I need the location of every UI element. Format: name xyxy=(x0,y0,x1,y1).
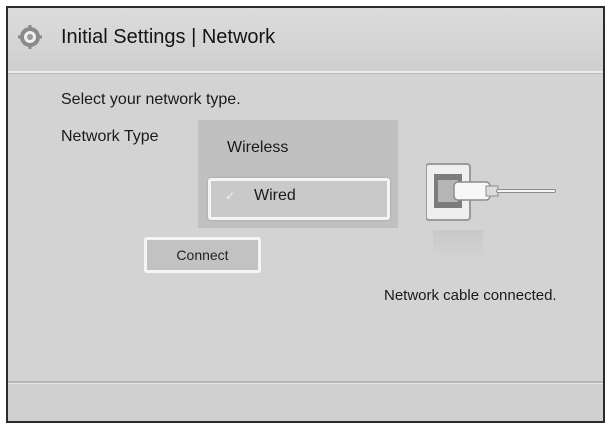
network-type-label: Network Type xyxy=(61,128,159,145)
header-bar: Initial Settings | Network xyxy=(8,8,603,73)
option-wired[interactable]: ✓ Wired xyxy=(208,178,390,220)
option-wireless-label: Wireless xyxy=(227,139,289,156)
gear-icon xyxy=(18,25,42,49)
settings-window: Initial Settings | Network Select your n… xyxy=(6,6,605,423)
network-type-prompt: Select your network type. xyxy=(61,91,241,108)
cable-icon-reflection xyxy=(433,230,483,260)
check-icon: ✓ xyxy=(225,189,236,203)
connection-status: Network cable connected. xyxy=(384,287,557,304)
option-wired-label: Wired xyxy=(254,187,296,204)
network-cable-icon xyxy=(426,163,556,221)
page-title: Initial Settings | Network xyxy=(61,26,276,48)
option-wireless[interactable]: Wireless xyxy=(208,135,388,163)
connect-button[interactable]: Connect xyxy=(144,237,261,273)
footer-bar xyxy=(8,381,603,421)
